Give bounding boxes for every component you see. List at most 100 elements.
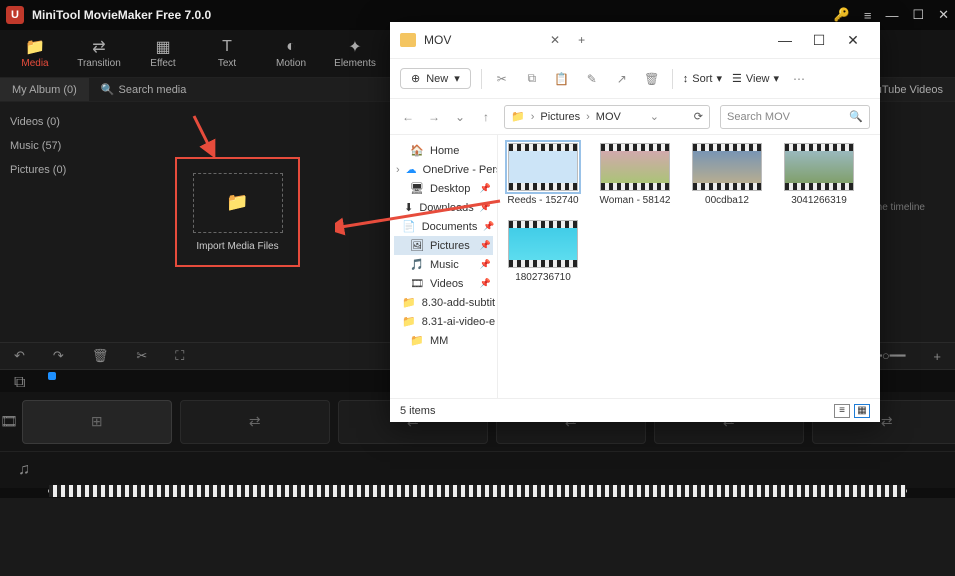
dialog-sidebar-item[interactable]: 📁MM [394, 331, 493, 350]
tab-label: Motion [276, 58, 306, 69]
list-view-button[interactable]: ≡ [834, 404, 850, 418]
key-icon[interactable]: 🔑 [834, 7, 850, 23]
file-name: 00cdba12 [688, 195, 766, 206]
trash-icon[interactable]: 🗑 [642, 72, 662, 86]
top-tab-motion[interactable]: ◐Motion [268, 38, 314, 69]
file-thumbnail [692, 143, 762, 191]
search-media[interactable]: 🔍 Search media [101, 83, 187, 96]
dialog-sidebar-item[interactable]: 🏠Home [394, 141, 493, 160]
refresh-button[interactable]: ⟳ [694, 110, 703, 123]
copy-icon[interactable]: ⧉ [522, 71, 542, 86]
tab-label: Effect [150, 58, 175, 69]
menu-icon[interactable]: ≡ [864, 8, 872, 23]
layers-icon[interactable]: ⧉ [14, 374, 25, 392]
close-button[interactable]: ✕ [938, 7, 949, 23]
timeline-scrollbar[interactable] [0, 488, 955, 498]
dialog-sidebar-item[interactable]: ›☁OneDrive - Pers [394, 160, 493, 179]
new-label: New [426, 73, 448, 85]
top-tab-transition[interactable]: ⇄Transition [76, 38, 122, 69]
dialog-toolbar: ⊕ New ▾ ✂ ⧉ 📋 ✎ ↗ 🗑 ↕ Sort ▾ ☰ View ▾ ⋯ [390, 58, 880, 98]
redo-button[interactable]: ↷ [53, 348, 64, 364]
top-tab-text[interactable]: TText [204, 38, 250, 69]
album-tab[interactable]: My Album (0) [0, 78, 89, 101]
file-thumbnail [508, 143, 578, 191]
audio-track[interactable]: ♫ [0, 452, 955, 488]
path-segment[interactable]: Pictures [540, 111, 580, 123]
dialog-sidebar-item[interactable]: 📁8.30-add-subtit [394, 293, 493, 312]
delete-button[interactable]: 🗑 [92, 348, 109, 364]
transition-slot[interactable]: ⇄ [180, 400, 330, 444]
dialog-path-bar: ← → ⌄ ↑ 📁 › Pictures › MOV ⌄ ⟳ Search MO… [390, 98, 880, 134]
tab-close-button[interactable]: ✕ [544, 33, 566, 47]
up-button[interactable]: ↑ [478, 110, 494, 124]
dialog-sidebar-item[interactable]: 📁8.31-ai-video-e [394, 312, 493, 331]
search-placeholder: Search media [119, 84, 187, 96]
zoom-in-button[interactable]: + [933, 349, 941, 364]
folder-icon: 🎞 [410, 277, 424, 290]
folder-icon: 📁 [402, 296, 416, 309]
dialog-maximize-button[interactable]: ☐ [802, 32, 836, 49]
search-icon: 🔍 [849, 110, 863, 123]
file-item[interactable]: 3041266319 [782, 143, 856, 206]
folder-icon: 🎵 [410, 258, 424, 271]
undo-button[interactable]: ↶ [14, 348, 25, 364]
file-thumbnail [508, 220, 578, 268]
forward-button[interactable]: → [426, 110, 442, 124]
import-media-box[interactable]: 📁 Import Media Files [175, 157, 300, 267]
address-bar[interactable]: 📁 › Pictures › MOV ⌄ ⟳ [504, 105, 710, 129]
sidebar-item[interactable]: Videos (0) [10, 110, 90, 134]
top-tab-elements[interactable]: ✦Elements [332, 38, 378, 69]
grid-view-button[interactable]: ▦ [854, 404, 870, 418]
sidebar-item[interactable]: Pictures (0) [10, 158, 90, 182]
top-tab-media[interactable]: 📁Media [12, 38, 58, 69]
minimize-button[interactable]: — [885, 8, 898, 23]
recent-button[interactable]: ⌄ [452, 110, 468, 124]
dialog-search-input[interactable]: Search MOV 🔍 [720, 105, 870, 129]
cut-icon[interactable]: ✂ [492, 72, 512, 86]
sort-button[interactable]: ↕ Sort ▾ [683, 72, 722, 85]
dialog-sidebar-item[interactable]: 🖼Pictures📌 [394, 236, 493, 255]
dialog-sidebar-item[interactable]: 🎞Videos📌 [394, 274, 493, 293]
clip-placeholder[interactable]: ⊞ [22, 400, 172, 444]
dialog-sidebar-item[interactable]: 🎵Music📌 [394, 255, 493, 274]
paste-icon[interactable]: 📋 [552, 72, 572, 86]
sidebar-label: 8.31-ai-video-e [422, 316, 495, 328]
pin-icon: 📌 [480, 240, 491, 251]
import-dropzone[interactable]: 📁 [193, 173, 283, 233]
file-item[interactable]: 00cdba12 [690, 143, 764, 206]
dialog-close-button[interactable]: ✕ [836, 32, 870, 49]
media-sidebar: Videos (0)Music (57)Pictures (0) [0, 102, 100, 342]
file-item[interactable]: 1802736710 [506, 220, 580, 283]
more-icon[interactable]: ⋯ [789, 72, 809, 86]
share-icon[interactable]: ↗ [612, 72, 632, 86]
elements-icon: ✦ [348, 38, 361, 56]
crop-button[interactable]: ⛶ [175, 348, 184, 364]
rename-icon[interactable]: ✎ [582, 72, 602, 86]
file-name: Reeds - 152740 [504, 195, 582, 206]
new-tab-button[interactable]: + [566, 33, 597, 47]
sidebar-item[interactable]: Music (57) [10, 134, 90, 158]
tab-label: Transition [77, 58, 121, 69]
chevron-right-icon: › [396, 164, 400, 176]
file-item[interactable]: Reeds - 152740 [506, 143, 580, 206]
dialog-sidebar-item[interactable]: 🖥Desktop📌 [394, 179, 493, 198]
media-icon: 📁 [25, 38, 45, 56]
top-tab-effect[interactable]: ▦Effect [140, 38, 186, 69]
back-button[interactable]: ← [400, 110, 416, 124]
folder-icon: 📁 [410, 334, 424, 347]
new-button[interactable]: ⊕ New ▾ [400, 68, 471, 89]
cut-button[interactable]: ✂ [136, 348, 147, 364]
view-label: View [746, 73, 770, 85]
folder-icon: 🏠 [410, 144, 424, 157]
path-segment[interactable]: MOV [596, 111, 621, 123]
file-name: 3041266319 [780, 195, 858, 206]
playhead[interactable] [48, 372, 56, 380]
search-placeholder: Search MOV [727, 111, 790, 123]
audio-track-icon: ♫ [0, 461, 48, 479]
maximize-button[interactable]: ☐ [912, 7, 924, 23]
dialog-minimize-button[interactable]: — [768, 32, 802, 48]
view-button[interactable]: ☰ View ▾ [732, 72, 779, 85]
file-item[interactable]: Woman - 58142 [598, 143, 672, 206]
tab-label: Text [218, 58, 236, 69]
dialog-tab-label[interactable]: MOV [424, 33, 544, 47]
